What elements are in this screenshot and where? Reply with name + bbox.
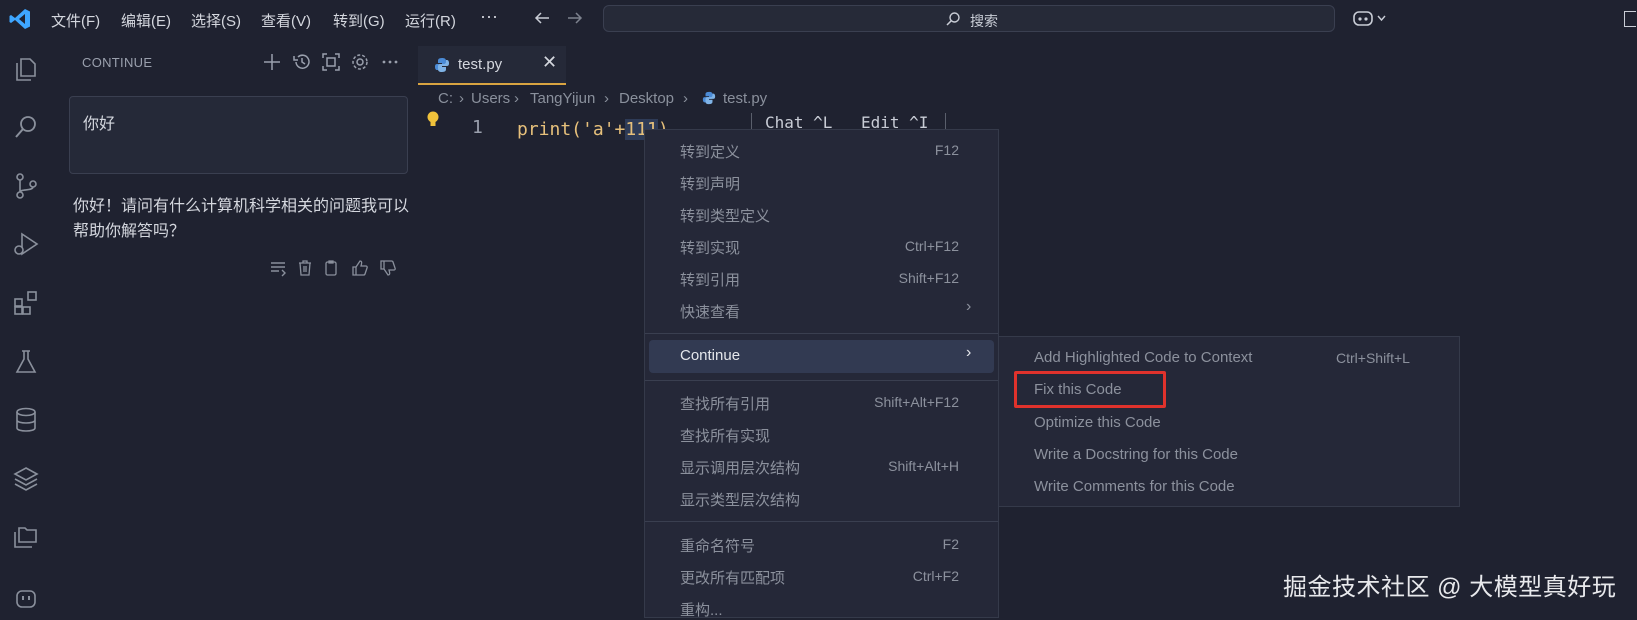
menu-selection[interactable]: 选择(S) <box>191 10 241 31</box>
menu-refactor[interactable]: 重构... <box>680 599 723 620</box>
continue-robot-icon[interactable] <box>12 583 40 611</box>
menu-show-call-hierarchy[interactable]: 显示调用层次结构 <box>680 457 800 478</box>
extensions-icon[interactable] <box>12 289 40 317</box>
trash-icon[interactable] <box>296 259 314 277</box>
history-icon[interactable] <box>292 52 312 72</box>
menu-edit[interactable]: 编辑(E) <box>121 10 171 31</box>
chevron-right-icon: › <box>966 298 972 315</box>
close-icon[interactable]: ✕ <box>542 52 557 73</box>
search-icon[interactable] <box>12 113 40 141</box>
continue-response-icon[interactable] <box>269 259 287 277</box>
user-message-box[interactable]: 你好 <box>69 96 408 174</box>
watermark: 掘金技术社区 @ 大模型真好玩 <box>1283 574 1617 601</box>
run-debug-icon[interactable] <box>12 230 40 258</box>
menu-find-all-references[interactable]: 查找所有引用 <box>680 393 770 414</box>
thumbs-down-icon[interactable] <box>379 259 397 277</box>
back-arrow-icon[interactable] <box>533 9 551 27</box>
menu-go-to-references[interactable]: 转到引用 <box>680 269 740 290</box>
submenu-write-docstring[interactable]: Write a Docstring for this Code <box>1034 446 1238 463</box>
tab-test-py[interactable]: test.py ✕ <box>418 46 566 85</box>
menu-peek[interactable]: 快速查看 <box>680 301 740 322</box>
lightbulb-icon[interactable] <box>425 110 441 130</box>
assistant-reply: 你好！请问有什么计算机科学相关的问题我可以帮助你解答吗？ <box>73 198 410 240</box>
layout-toggle-icon[interactable] <box>1624 11 1636 27</box>
menu-go[interactable]: 转到(G) <box>333 10 385 31</box>
user-message-text: 你好 <box>83 116 116 133</box>
source-control-icon[interactable] <box>12 172 40 200</box>
shortcut-label: F2 <box>942 536 959 552</box>
menu-view[interactable]: 查看(V) <box>261 10 311 31</box>
fullscreen-icon[interactable] <box>321 52 341 72</box>
forward-arrow-icon[interactable] <box>566 9 584 27</box>
menu-show-type-hierarchy[interactable]: 显示类型层次结构 <box>680 489 800 510</box>
copy-icon[interactable] <box>322 259 340 277</box>
menu-go-to-definition[interactable]: 转到定义 <box>680 141 740 162</box>
submenu-write-comments[interactable]: Write Comments for this Code <box>1034 478 1235 495</box>
activity-bar <box>0 38 52 618</box>
menu-change-all-occurrences[interactable]: 更改所有匹配项 <box>680 567 785 588</box>
thumbs-up-icon[interactable] <box>351 259 369 277</box>
menu-separator <box>645 380 998 381</box>
menu-rename-symbol[interactable]: 重命名符号 <box>680 535 755 556</box>
testing-flask-icon[interactable] <box>12 348 40 376</box>
menu-run[interactable]: 运行(R) <box>405 10 456 31</box>
menu-more[interactable]: ··· <box>480 6 498 27</box>
shortcut-label: Ctrl+F2 <box>912 568 959 584</box>
shortcut-label: Ctrl+F12 <box>904 238 959 254</box>
breadcrumb-drive[interactable]: C: <box>438 90 453 107</box>
menu-go-to-declaration[interactable]: 转到声明 <box>680 173 740 194</box>
submenu-optimize-this-code[interactable]: Optimize this Code <box>1034 414 1161 431</box>
chevron-right-icon: › <box>683 90 688 107</box>
shortcut-label: Shift+F12 <box>898 270 959 286</box>
menu-go-to-implementation[interactable]: 转到实现 <box>680 237 740 258</box>
title-bar: 文件(F) 编辑(E) 选择(S) 查看(V) 转到(G) 运行(R) ··· … <box>0 0 1637 38</box>
chevron-right-icon: › <box>514 90 519 107</box>
shortcut-label: Shift+Alt+H <box>888 458 959 474</box>
shortcut-label: Ctrl+Shift+L <box>1336 350 1410 366</box>
red-highlight-box <box>1014 371 1166 408</box>
shortcut-label: Shift+Alt+F12 <box>874 394 959 410</box>
menu-separator <box>645 521 998 522</box>
search-label: 搜索 <box>970 13 998 29</box>
chevron-right-icon: › <box>966 344 972 361</box>
explorer-icon[interactable] <box>12 55 40 83</box>
layers-icon[interactable] <box>12 465 40 493</box>
breadcrumb-desktop[interactable]: Desktop <box>619 90 674 107</box>
line-number: 1 <box>472 117 483 138</box>
gear-icon[interactable] <box>350 52 370 72</box>
shortcut-label: F12 <box>934 142 959 158</box>
chevron-right-icon: › <box>604 90 609 107</box>
breadcrumb-users[interactable]: Users <box>471 90 510 107</box>
command-search-box[interactable]: 搜索 <box>603 5 1335 32</box>
menu-find-all-implementations[interactable]: 查找所有实现 <box>680 425 770 446</box>
database-icon[interactable] <box>12 406 40 434</box>
copilot-icon[interactable] <box>1352 8 1388 28</box>
chevron-right-icon: › <box>459 90 464 107</box>
tab-label: test.py <box>458 56 503 73</box>
search-icon <box>946 12 960 26</box>
plus-icon[interactable] <box>262 52 282 72</box>
menu-file[interactable]: 文件(F) <box>51 10 100 31</box>
menu-separator <box>645 333 998 334</box>
panel-title: CONTINUE <box>82 55 153 70</box>
submenu-add-highlighted-code[interactable]: Add Highlighted Code to Context <box>1034 349 1252 366</box>
menu-go-to-type-definition[interactable]: 转到类型定义 <box>680 205 770 226</box>
vscode-logo-icon <box>9 9 30 29</box>
breadcrumb-file[interactable]: test.py <box>723 90 767 107</box>
folders-icon[interactable] <box>12 523 40 551</box>
more-icon[interactable] <box>380 52 400 72</box>
menu-continue[interactable]: Continue <box>680 347 740 364</box>
code-text: print('a'+ <box>517 119 626 140</box>
python-file-icon <box>702 91 716 105</box>
python-file-icon <box>435 58 449 72</box>
breadcrumb-user[interactable]: TangYijun <box>530 90 595 107</box>
